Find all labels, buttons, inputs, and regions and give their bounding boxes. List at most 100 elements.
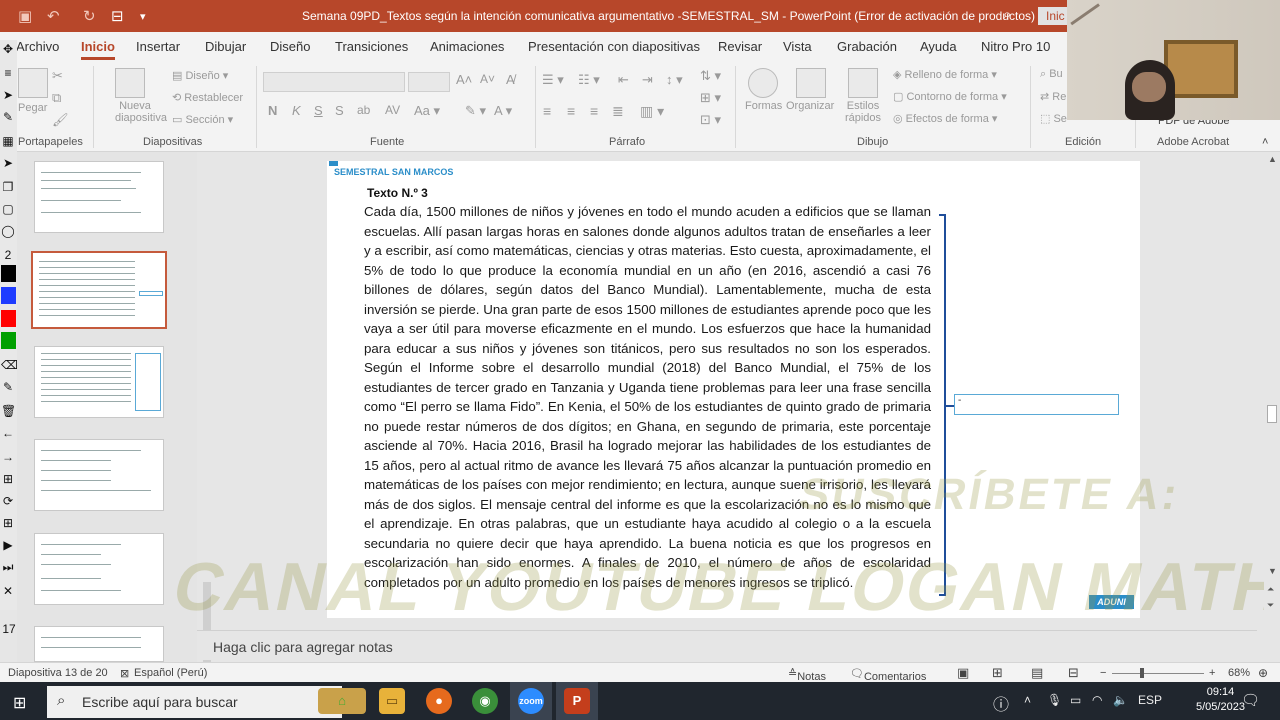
decrease-indent-icon[interactable]: ⇤ [618, 72, 629, 88]
align-right-icon[interactable]: ≡ [590, 103, 598, 119]
select-button[interactable]: ⬚ Se [1040, 112, 1067, 125]
new-slide-label[interactable]: Nueva diapositiva [115, 100, 167, 124]
format-painter-icon[interactable]: 🖌 [52, 112, 69, 128]
quick-styles-label[interactable]: Estilos rápidos [840, 100, 886, 124]
color-black-swatch[interactable] [1, 265, 16, 282]
slide-canvas[interactable]: SEMESTRAL SAN MARCOS Texto N.º 3 Cada dí… [327, 161, 1140, 618]
color-green-swatch[interactable] [1, 332, 16, 349]
numbering-icon[interactable]: ☷ ▾ [578, 72, 600, 88]
tab-presentacion[interactable]: Presentación con diapositivas [528, 39, 700, 54]
notifications-icon[interactable]: 🗨 [1241, 691, 1260, 709]
zoom-slider[interactable] [1112, 673, 1204, 674]
prev-slide-icon[interactable]: ⏶ [1267, 584, 1274, 595]
move-icon[interactable]: ✥ [1, 42, 15, 56]
find-button[interactable]: ⌕ Bu [1040, 68, 1063, 81]
line-spacing-icon[interactable]: ↕ ▾ [666, 72, 683, 88]
columns-icon[interactable]: ▥ ▾ [640, 103, 664, 120]
marker-icon[interactable]: ✎ [1, 380, 15, 394]
square-icon[interactable]: ▢ [1, 202, 15, 216]
tab-revisar[interactable]: Revisar [718, 39, 762, 54]
redo-icon[interactable]: ↻ [83, 7, 96, 25]
replace-button[interactable]: ⇄ Re [1040, 90, 1066, 103]
zoom-level[interactable]: 68% [1228, 667, 1250, 679]
char-spacing-icon[interactable]: ab [357, 103, 370, 117]
save-icon[interactable]: ▣ [18, 7, 32, 25]
font-color-icon[interactable]: A ▾ [494, 103, 512, 119]
help-icon[interactable]: ⓘ [993, 691, 1009, 715]
copy-icon[interactable]: ⧉ [52, 90, 61, 106]
tab-archivo[interactable]: Archivo [16, 39, 59, 54]
slideshow-icon[interactable]: ⊟ [1068, 665, 1079, 681]
collapse-ribbon-icon[interactable]: ˄ [1262, 136, 1268, 148]
taskbar-search-input[interactable]: ⌕ Escribe aquí para buscar [47, 686, 342, 718]
present-icon[interactable]: ⊟ [111, 7, 124, 25]
fit-slide-icon[interactable]: ⊕ [1258, 666, 1268, 680]
italic-icon[interactable]: K [292, 103, 301, 118]
grow-font-icon[interactable]: A˄ [456, 72, 472, 87]
align-left-icon[interactable]: ≡ [543, 103, 551, 119]
zoom-in-icon[interactable]: + [1209, 667, 1215, 679]
tab-diseno[interactable]: Diseño [270, 39, 310, 54]
section-button[interactable]: ▭ Sección ▾ [172, 113, 233, 126]
customize-qat-icon[interactable]: ▾ [140, 10, 146, 23]
zoom-slider-thumb[interactable] [1140, 668, 1144, 678]
refresh-icon[interactable]: ⟳ [1, 494, 15, 508]
tab-dibujar[interactable]: Dibujar [205, 39, 246, 54]
slide-thumbnail-14[interactable] [34, 346, 164, 418]
underline-icon[interactable]: S [314, 103, 323, 118]
bold-icon[interactable]: N [268, 103, 277, 118]
vertical-scrollbar[interactable]: ▲ ▼ ⏶ ⏷ [1264, 152, 1280, 662]
increase-indent-icon[interactable]: ⇥ [642, 72, 653, 88]
scroll-up-icon[interactable]: ▲ [1268, 154, 1277, 164]
tab-vista[interactable]: Vista [783, 39, 812, 54]
powerpoint-icon[interactable]: P [564, 688, 590, 714]
pointer-icon[interactable]: ➤ [1, 88, 15, 102]
scroll-down-icon[interactable]: ▼ [1268, 566, 1277, 576]
zoom-app-icon[interactable]: zoom [518, 688, 544, 714]
font-family-select[interactable] [263, 72, 405, 92]
slide-thumbnail-16[interactable] [34, 533, 164, 605]
search-icon[interactable]: ⌕ [1003, 6, 1011, 23]
system-clock[interactable]: 09:14 5/05/2023 [1196, 685, 1245, 715]
firefox-icon[interactable]: ● [426, 688, 452, 714]
copy-page-icon[interactable]: ❐ [1, 180, 15, 194]
justify-icon[interactable]: ≣ [612, 103, 624, 120]
paste-icon[interactable] [18, 68, 48, 98]
shape-outline-button[interactable]: ▢ Contorno de forma ▾ [893, 90, 1007, 103]
windows-start-icon[interactable]: ⊞ [13, 693, 26, 713]
arrow-right-icon[interactable]: → [1, 450, 15, 464]
shape-effects-button[interactable]: ◎ Efectos de forma ▾ [893, 112, 997, 125]
char-spacing-2-icon[interactable]: AV [385, 103, 400, 117]
tab-insertar[interactable]: Insertar [136, 39, 180, 54]
notes-pane[interactable]: Haga clic para agregar notas [197, 630, 1257, 660]
shrink-font-icon[interactable]: A˅ [480, 72, 495, 86]
volume-icon[interactable]: 🔈 [1113, 693, 1128, 707]
align-center-icon[interactable]: ≡ [567, 103, 575, 119]
highlight-icon[interactable]: ✎ ▾ [465, 103, 486, 119]
grid-icon[interactable]: ⊞ [1, 472, 15, 486]
microphone-icon[interactable]: 🎙 [1047, 693, 1062, 707]
text-direction-icon[interactable]: ⇅ ▾ [700, 68, 721, 84]
scrollbar-thumb[interactable] [1267, 405, 1277, 423]
tab-inicio[interactable]: Inicio [81, 39, 115, 60]
cursor-icon[interactable]: ➤ [1, 156, 15, 170]
bullets-icon[interactable]: ☰ ▾ [542, 72, 564, 88]
next-slide-icon[interactable]: ⏷ [1267, 600, 1274, 611]
color-blue-swatch[interactable] [1, 287, 16, 304]
pen-icon[interactable]: ✎ [1, 110, 15, 124]
change-case-icon[interactable]: Aa ▾ [414, 103, 440, 119]
shape-fill-button[interactable]: ◈ Relleno de forma ▾ [893, 68, 997, 81]
add-icon[interactable]: ⊞ [1, 516, 15, 530]
slide-body-text[interactable]: Cada día, 1500 millones de niños y jóven… [364, 202, 931, 592]
chrome-icon[interactable]: ◉ [472, 688, 498, 714]
arrow-left-icon[interactable]: ← [1, 426, 15, 440]
tab-animaciones[interactable]: Animaciones [430, 39, 504, 54]
shapes-icon[interactable] [748, 68, 778, 98]
smartart-icon[interactable]: ⊡ ▾ [700, 112, 721, 128]
align-text-icon[interactable]: ⊞ ▾ [700, 90, 721, 106]
color-red-swatch[interactable] [1, 310, 16, 327]
close-icon[interactable]: ✕ [1, 584, 15, 598]
skip-icon[interactable]: ⏭ [1, 560, 15, 574]
tab-transiciones[interactable]: Transiciones [335, 39, 408, 54]
clear-format-icon[interactable]: A̸ [506, 72, 515, 87]
